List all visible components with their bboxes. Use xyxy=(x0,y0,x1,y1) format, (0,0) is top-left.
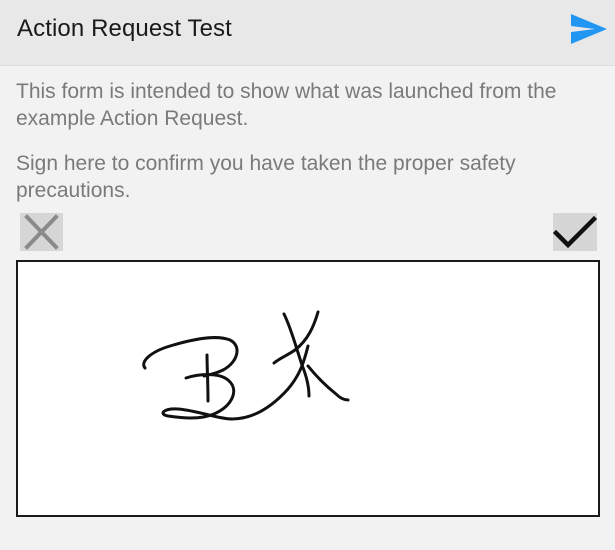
form-description: This form is intended to show what was l… xyxy=(16,78,601,204)
signature-pad[interactable] xyxy=(16,260,600,517)
signature-prompt: Sign here to confirm you have taken the … xyxy=(16,152,516,202)
action-request-form: Action Request Test This form is intende… xyxy=(0,0,615,550)
close-icon xyxy=(24,214,59,250)
check-icon xyxy=(553,215,597,249)
intro-text: This form is intended to show what was l… xyxy=(16,80,557,130)
confirm-signature-button[interactable] xyxy=(553,213,597,251)
send-button[interactable] xyxy=(569,12,609,46)
app-bar: Action Request Test xyxy=(0,0,615,66)
page-title: Action Request Test xyxy=(17,15,232,42)
clear-signature-button[interactable] xyxy=(20,213,63,251)
handwritten-signature xyxy=(142,310,350,421)
send-icon xyxy=(571,14,607,44)
